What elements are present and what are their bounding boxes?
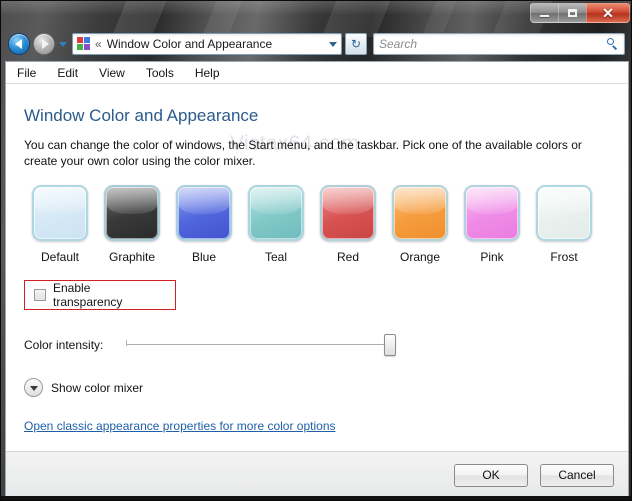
color-swatch-cell[interactable]: Default bbox=[24, 185, 96, 264]
menu-item-file[interactable]: File bbox=[16, 65, 37, 81]
menu-item-view[interactable]: View bbox=[98, 65, 126, 81]
maximize-icon bbox=[568, 9, 577, 17]
slider-tick bbox=[126, 340, 127, 346]
swatch-gloss bbox=[34, 187, 86, 215]
breadcrumb-overflow-icon[interactable]: « bbox=[95, 38, 102, 50]
ok-button[interactable]: OK bbox=[454, 463, 528, 487]
menu-bar: File Edit View Tools Help bbox=[6, 62, 628, 84]
back-button[interactable] bbox=[8, 33, 30, 55]
client-area: File Edit View Tools Help Vistax64.com W… bbox=[5, 61, 629, 498]
color-swatch-cell[interactable]: Graphite bbox=[96, 185, 168, 264]
menu-item-tools[interactable]: Tools bbox=[145, 65, 175, 81]
color-swatch[interactable] bbox=[320, 185, 376, 241]
color-swatch-label: Default bbox=[40, 250, 80, 264]
color-swatch-label: Blue bbox=[191, 250, 217, 264]
enable-transparency-checkbox[interactable] bbox=[34, 289, 46, 301]
color-swatch-label: Orange bbox=[399, 250, 441, 264]
close-button[interactable]: ✕ bbox=[586, 3, 630, 23]
color-swatch-cell[interactable]: Frost bbox=[528, 185, 600, 264]
window-controls: ✕ bbox=[530, 3, 630, 23]
dialog-footer: OK Cancel bbox=[6, 451, 628, 498]
recent-pages-icon[interactable] bbox=[59, 41, 67, 47]
swatch-gloss bbox=[394, 187, 446, 215]
menu-item-help[interactable]: Help bbox=[194, 65, 221, 81]
address-bar[interactable]: « Window Color and Appearance bbox=[72, 33, 342, 55]
page-description: You can change the color of windows, the… bbox=[24, 138, 582, 168]
page-title: Window Color and Appearance bbox=[24, 106, 259, 125]
back-arrow-icon bbox=[14, 39, 22, 49]
color-swatch[interactable] bbox=[32, 185, 88, 241]
forward-button[interactable] bbox=[33, 33, 55, 55]
swatch-gloss bbox=[538, 187, 590, 215]
color-swatch-label: Red bbox=[336, 250, 359, 264]
color-intensity-slider[interactable] bbox=[126, 334, 396, 356]
window-frame: ✕ « Window Color and Appearance ↻ Search… bbox=[0, 0, 632, 501]
color-swatch[interactable] bbox=[176, 185, 232, 241]
color-swatch[interactable] bbox=[248, 185, 304, 241]
color-swatch-label: Frost bbox=[550, 250, 578, 264]
search-icon bbox=[607, 38, 619, 50]
control-panel-icon bbox=[77, 37, 91, 51]
swatch-gloss bbox=[322, 187, 374, 215]
page-content: Window Color and Appearance You can chan… bbox=[6, 106, 628, 435]
menu-item-edit[interactable]: Edit bbox=[56, 65, 79, 81]
color-swatch[interactable] bbox=[104, 185, 160, 241]
search-input[interactable]: Search bbox=[379, 37, 607, 51]
color-swatch-list: Default Graphite Blue Teal Red Orange Pink Fros… bbox=[24, 185, 610, 264]
swatch-gloss bbox=[178, 187, 230, 215]
search-box[interactable]: Search bbox=[373, 33, 625, 55]
color-intensity-label: Color intensity: bbox=[24, 338, 104, 352]
swatch-gloss bbox=[106, 187, 158, 215]
color-swatch[interactable] bbox=[536, 185, 592, 241]
minimize-button[interactable] bbox=[530, 3, 558, 23]
title-bar[interactable]: ✕ bbox=[1, 1, 631, 37]
show-color-mixer-label: Show color mixer bbox=[51, 380, 144, 395]
close-icon: ✕ bbox=[602, 5, 614, 21]
color-swatch-cell[interactable]: Teal bbox=[240, 185, 312, 264]
refresh-icon: ↻ bbox=[350, 37, 362, 51]
refresh-button[interactable]: ↻ bbox=[345, 33, 367, 55]
chevron-down-icon[interactable] bbox=[329, 41, 337, 47]
color-swatch-label: Teal bbox=[264, 250, 287, 264]
enable-transparency-row[interactable]: Enable transparency bbox=[24, 280, 176, 310]
color-intensity-row: Color intensity: bbox=[24, 334, 610, 356]
swatch-gloss bbox=[250, 187, 302, 215]
chevron-down-icon bbox=[29, 385, 38, 391]
color-swatch-label: Pink bbox=[480, 250, 504, 264]
color-swatch-cell[interactable]: Orange bbox=[384, 185, 456, 264]
classic-appearance-link[interactable]: Open classic appearance properties for m… bbox=[24, 419, 336, 433]
maximize-button[interactable] bbox=[558, 3, 586, 23]
slider-thumb[interactable] bbox=[384, 334, 396, 356]
slider-track[interactable] bbox=[126, 344, 396, 345]
cancel-button[interactable]: Cancel bbox=[540, 463, 614, 487]
window-bottom-edge bbox=[1, 496, 631, 500]
color-swatch-cell[interactable]: Red bbox=[312, 185, 384, 264]
show-color-mixer-button[interactable] bbox=[24, 378, 43, 397]
color-swatch-label: Graphite bbox=[108, 250, 156, 264]
window-color-and-appearance-window: ✕ « Window Color and Appearance ↻ Search… bbox=[0, 0, 632, 501]
color-swatch[interactable] bbox=[464, 185, 520, 241]
address-bar-text: Window Color and Appearance bbox=[106, 37, 273, 51]
forward-arrow-icon bbox=[41, 39, 49, 49]
swatch-gloss bbox=[466, 187, 518, 215]
address-toolbar: « Window Color and Appearance ↻ Search bbox=[1, 27, 631, 61]
color-swatch-cell[interactable]: Blue bbox=[168, 185, 240, 264]
show-color-mixer-row[interactable]: Show color mixer bbox=[24, 378, 610, 397]
minimize-icon bbox=[540, 14, 549, 17]
color-swatch[interactable] bbox=[392, 185, 448, 241]
color-swatch-cell[interactable]: Pink bbox=[456, 185, 528, 264]
enable-transparency-label: Enable transparency bbox=[53, 281, 123, 309]
